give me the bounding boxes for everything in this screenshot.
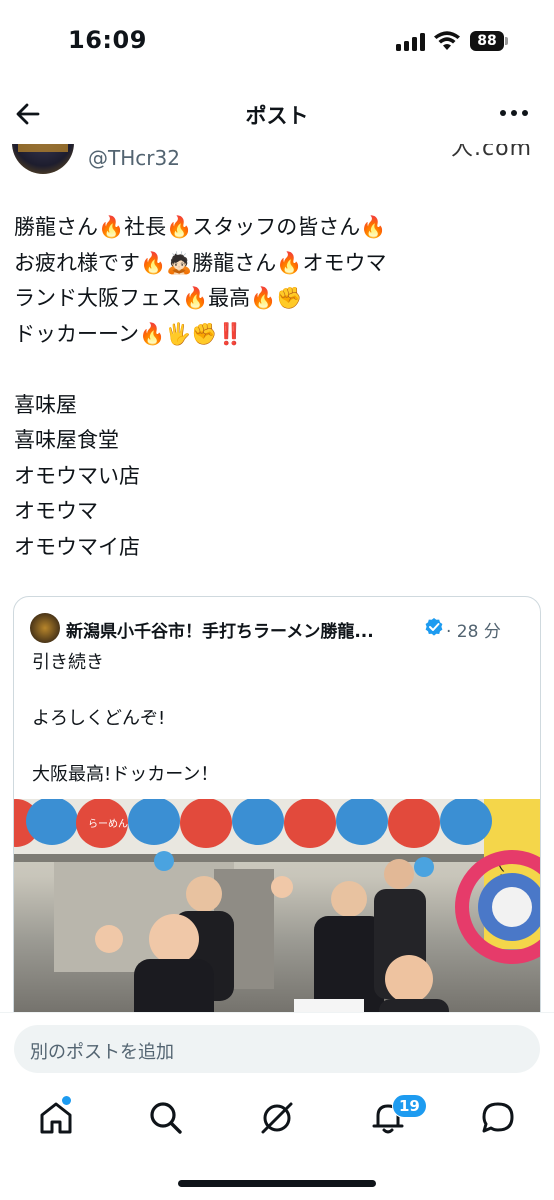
reply-placeholder: 別のポストを追加	[30, 1042, 174, 1063]
grok-icon[interactable]	[257, 1098, 297, 1138]
lantern-icon	[14, 799, 492, 848]
lantern-label: らーめん	[88, 818, 128, 830]
post-line: オモウマ	[14, 499, 98, 523]
reply-input[interactable]: 別のポストを追加	[14, 1025, 540, 1073]
post-line: ランド大阪フェス🔥最高🔥✊	[14, 286, 303, 310]
post-line: オモウマい店	[14, 463, 140, 488]
home-unread-dot	[62, 1096, 71, 1105]
battery-level: 88	[470, 31, 504, 51]
bottom-tab-bar: 19	[0, 1090, 554, 1200]
search-icon[interactable]	[146, 1098, 186, 1138]
status-bar: 16:09 88	[0, 0, 554, 84]
quoted-line: よろしくどんぞ!	[32, 708, 166, 729]
home-icon[interactable]	[36, 1098, 76, 1138]
quoted-time: · 28 分	[446, 622, 501, 642]
home-indicator	[178, 1180, 376, 1187]
quoted-line-blank	[32, 677, 218, 705]
verified-badge-icon	[425, 618, 443, 636]
page-title: ポスト	[245, 104, 309, 128]
quoted-line: 引き続き	[32, 652, 104, 673]
status-time: 16:09	[68, 26, 147, 54]
post-line: 喜味屋	[14, 392, 77, 417]
notification-count-badge: 19	[392, 1094, 427, 1118]
more-horizontal-icon[interactable]	[500, 110, 528, 118]
messages-icon[interactable]	[478, 1098, 518, 1138]
post-line-blank	[14, 352, 534, 388]
signal-icon	[396, 33, 426, 51]
quoted-line-blank	[32, 733, 218, 761]
quoted-author-name: 新潟県小千谷市！手打ちラーメン勝龍...	[66, 622, 374, 642]
post-line: 喜味屋食堂	[14, 428, 119, 452]
battery-icon: 88	[470, 31, 508, 51]
post-line: オモウマイ店	[14, 534, 140, 559]
quoted-text: 引き続き よろしくどんぞ! 大阪最高!ドッカーン！	[32, 649, 218, 789]
reply-bar: 別のポストを追加	[0, 1012, 554, 1090]
post-text: 勝龍さん🔥社長🔥スタッフの皆さん🔥 お疲れ様です🔥🙇🏻勝龍さん🔥オモウマ ランド…	[14, 210, 534, 565]
post-line: ドッカーーン🔥🖐✊‼️	[14, 321, 244, 346]
post-line: 勝龍さん🔥社長🔥スタッフの皆さん🔥	[14, 215, 387, 239]
nav-header: ポスト	[0, 84, 554, 144]
quoted-post[interactable]: 新潟県小千谷市！手打ちラーメン勝龍... · 28 分 引き続き よろしくどんぞ…	[13, 596, 541, 1056]
post-line: お疲れ様です🔥🙇🏻勝龍さん🔥オモウマ	[14, 250, 387, 275]
author-handle[interactable]: @THcr32	[88, 146, 180, 170]
quoted-line: 大阪最高!ドッカーン！	[32, 764, 219, 785]
wifi-icon	[434, 31, 460, 50]
quoted-avatar	[30, 613, 60, 643]
